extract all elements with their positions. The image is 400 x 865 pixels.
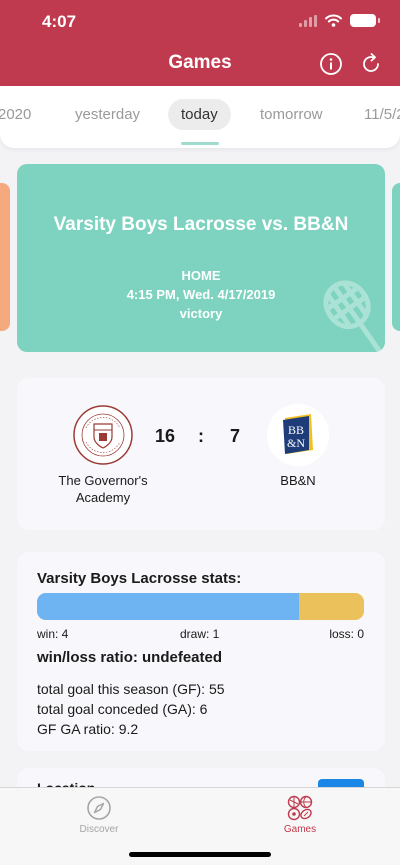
tab-discover-label: Discover (79, 824, 119, 835)
date-tab-tomorrow[interactable]: tomorrow (260, 106, 323, 123)
score-separator: : (198, 426, 204, 446)
info-icon[interactable] (319, 52, 343, 76)
draw-label: draw: 1 (180, 627, 220, 641)
tab-discover[interactable]: Discover (59, 795, 139, 835)
previous-game-card[interactable] (0, 183, 10, 331)
app-header: 4:07 Games (0, 0, 400, 86)
status-icons (299, 14, 380, 27)
status-time: 4:07 (42, 12, 77, 31)
date-tab-2020[interactable]: 2020 (0, 106, 31, 123)
next-game-card[interactable] (392, 183, 400, 331)
tab-games[interactable]: Games (260, 795, 340, 835)
date-indicator (181, 142, 219, 145)
date-tab-future[interactable]: 11/5/2 (364, 106, 400, 123)
goals-against: total goal conceded (GA): 6 (37, 701, 208, 717)
tab-games-label: Games (283, 824, 317, 835)
date-tab-yesterday[interactable]: yesterday (75, 106, 140, 123)
away-team-name: BB&N (280, 473, 316, 488)
loss-label: loss: 0 (329, 627, 364, 641)
stats-card: Varsity Boys Lacrosse stats: win: 4 draw… (17, 552, 385, 751)
home-team-name: The Governor's Academy (58, 473, 148, 505)
goals-for: total goal this season (GF): 55 (37, 681, 225, 697)
svg-text:&N: &N (287, 436, 305, 450)
score-card: The Governor's Academy 16 : 7 BB &N BB&N (17, 378, 385, 530)
compass-icon (87, 796, 111, 820)
sports-balls-icon (287, 795, 313, 821)
refresh-icon[interactable] (359, 52, 383, 76)
win-label: win: 4 (37, 627, 69, 641)
win-draw-loss-bar (37, 593, 364, 620)
home-indicator (129, 852, 271, 857)
battery-icon (350, 14, 380, 27)
date-selector: 2020 yesterday today tomorrow 11/5/2 (0, 86, 400, 148)
bbn-logo: BB &N (267, 404, 329, 466)
win-bar-segment (37, 593, 299, 620)
game-card[interactable]: Varsity Boys Lacrosse vs. BB&N HOME 4:15… (17, 164, 385, 352)
lacrosse-stick-icon (323, 280, 382, 352)
game-title: Varsity Boys Lacrosse vs. BB&N (53, 214, 349, 235)
wifi-icon (325, 14, 342, 27)
win-loss-ratio: win/loss ratio: undefeated (37, 649, 223, 666)
gf-ga-ratio: GF GA ratio: 9.2 (37, 721, 139, 737)
home-score: 16 (155, 426, 176, 446)
date-tab-today[interactable]: today (168, 99, 231, 130)
stats-title: Varsity Boys Lacrosse stats: (37, 570, 242, 587)
governors-academy-logo (73, 405, 133, 465)
svg-text:BB: BB (288, 423, 304, 437)
away-score: 7 (230, 426, 241, 446)
signal-icon (299, 14, 317, 27)
